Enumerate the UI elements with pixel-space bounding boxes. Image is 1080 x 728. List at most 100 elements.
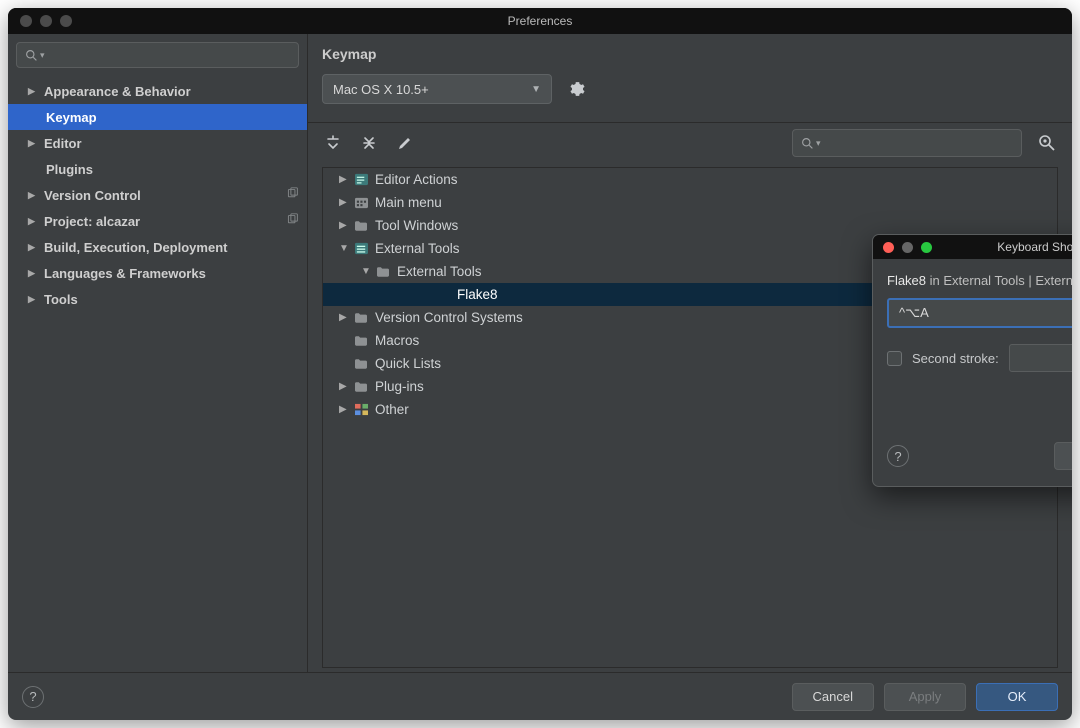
dialog-titlebar: Keyboard Shortcut xyxy=(873,235,1072,259)
keyboard-shortcut-dialog: Keyboard Shortcut Flake8 in External Too… xyxy=(872,234,1072,487)
shortcut-value: ^⌥A xyxy=(899,305,929,321)
dialog-title: Keyboard Shortcut xyxy=(873,240,1072,254)
sidebar-item-label: Appearance & Behavior xyxy=(44,84,191,99)
question-icon: ? xyxy=(29,689,36,704)
sidebar-item-appearance-behavior[interactable]: ▶ Appearance & Behavior xyxy=(8,78,307,104)
tree-search[interactable]: ▾ xyxy=(792,129,1022,157)
sidebar-item-label: Tools xyxy=(44,292,78,307)
tree-row[interactable]: ▶ Main menu xyxy=(323,191,1057,214)
sidebar-item-label: Keymap xyxy=(46,110,97,125)
chevron-right-icon: ▶ xyxy=(28,138,36,149)
spacer xyxy=(383,289,391,300)
tree-row-label: Tool Windows xyxy=(375,218,458,233)
sidebar: ▾ ▶ Appearance & Behavior Keymap ▶ Editor Plu… xyxy=(8,34,308,672)
pencil-icon xyxy=(397,135,413,151)
sidebar-item-label: Editor xyxy=(44,136,82,151)
keymap-value: Mac OS X 10.5+ xyxy=(333,82,429,97)
folder-icon xyxy=(353,356,369,372)
chevron-right-icon: ▶ xyxy=(28,190,36,201)
sidebar-item-plugins[interactable]: Plugins xyxy=(8,156,307,182)
ok-button[interactable]: OK xyxy=(976,683,1058,711)
question-icon: ? xyxy=(894,449,901,464)
apply-button[interactable]: Apply xyxy=(884,683,966,711)
find-action-button[interactable] xyxy=(1036,132,1058,154)
calendar-icon xyxy=(353,195,369,211)
tree-row-label: Main menu xyxy=(375,195,442,210)
sidebar-item-label: Build, Execution, Deployment xyxy=(44,240,227,255)
chevron-down-icon: ▼ xyxy=(339,243,347,254)
tree-row-label: Plug-ins xyxy=(375,379,424,394)
folder-icon xyxy=(353,310,369,326)
copy-icon xyxy=(286,213,299,229)
chevron-down-icon: ▼ xyxy=(361,266,369,277)
tree-row-label: Editor Actions xyxy=(375,172,458,187)
collapse-all-icon xyxy=(361,135,377,151)
sidebar-item-keymap[interactable]: Keymap xyxy=(8,104,307,130)
chevron-down-icon: ▾ xyxy=(40,50,45,61)
chevron-right-icon: ▶ xyxy=(28,216,36,227)
tree-row-label: Flake8 xyxy=(457,287,498,302)
sidebar-item-languages-frameworks[interactable]: ▶ Languages & Frameworks xyxy=(8,260,307,286)
teal-list-icon xyxy=(353,172,369,188)
chevron-right-icon: ▶ xyxy=(339,404,347,415)
chevron-right-icon: ▶ xyxy=(339,381,347,392)
spacer xyxy=(339,358,347,369)
tree-toolbar: ▾ xyxy=(308,123,1072,163)
help-button[interactable]: ? xyxy=(22,686,44,708)
dialog-help-button[interactable]: ? xyxy=(887,445,909,467)
keymap-select[interactable]: Mac OS X 10.5+ ▼ xyxy=(322,74,552,104)
sidebar-item-project-alcazar[interactable]: ▶Project: alcazar xyxy=(8,208,307,234)
edit-button[interactable] xyxy=(394,132,416,154)
chevron-right-icon: ▶ xyxy=(339,220,347,231)
tree-row-label: Quick Lists xyxy=(375,356,441,371)
chevron-right-icon: ▶ xyxy=(339,312,347,323)
sidebar-item-editor[interactable]: ▶ Editor xyxy=(8,130,307,156)
tree-row-label: Other xyxy=(375,402,409,417)
expand-all-icon xyxy=(325,135,341,151)
dialog-cancel-button[interactable]: Cancel xyxy=(1054,442,1072,470)
chevron-down-icon: ▼ xyxy=(531,84,541,95)
folder-icon xyxy=(353,218,369,234)
search-icon xyxy=(25,49,38,62)
tree-row[interactable]: ▶ Editor Actions xyxy=(323,168,1057,191)
second-stroke-label: Second stroke: xyxy=(912,351,999,366)
sidebar-item-label: Version Control xyxy=(44,188,141,203)
sidebar-search[interactable]: ▾ xyxy=(16,42,299,68)
chevron-right-icon: ▶ xyxy=(339,174,347,185)
window-title: Preferences xyxy=(8,14,1072,28)
tree-row-label: External Tools xyxy=(397,264,482,279)
folder-icon xyxy=(353,379,369,395)
second-stroke-checkbox[interactable] xyxy=(887,351,902,366)
folder-icon xyxy=(375,264,391,280)
teal-bars-icon xyxy=(353,241,369,257)
expand-all-button[interactable] xyxy=(322,132,344,154)
chevron-right-icon: ▶ xyxy=(339,197,347,208)
main-panel: Keymap Mac OS X 10.5+ ▼ xyxy=(308,34,1072,672)
sidebar-item-build-execution-deployment[interactable]: ▶ Build, Execution, Deployment xyxy=(8,234,307,260)
tree-row-label: Macros xyxy=(375,333,419,348)
search-icon xyxy=(801,137,814,150)
copy-icon xyxy=(286,187,299,203)
sidebar-item-version-control[interactable]: ▶ Version Control xyxy=(8,182,307,208)
spacer xyxy=(339,335,347,346)
sidebar-item-tools[interactable]: ▶ Tools xyxy=(8,286,307,312)
tree-row-label: Version Control Systems xyxy=(375,310,523,325)
sidebar-list: ▶ Appearance & Behavior Keymap ▶ Editor Plugi… xyxy=(8,76,307,672)
second-stroke-input[interactable]: ＋ xyxy=(1009,344,1072,372)
tree-row-label: External Tools xyxy=(375,241,460,256)
chevron-right-icon: ▶ xyxy=(28,268,36,279)
chevron-right-icon: ▶ xyxy=(28,294,36,305)
first-stroke-input[interactable]: ^⌥A ＋ xyxy=(887,298,1072,328)
cancel-button[interactable]: Cancel xyxy=(792,683,874,711)
sidebar-item-label: Plugins xyxy=(46,162,93,177)
action-name: Flake8 xyxy=(887,273,926,288)
chevron-right-icon: ▶ xyxy=(28,242,36,253)
action-path: in External Tools | External Tools xyxy=(926,273,1072,288)
window-body: ▾ ▶ Appearance & Behavior Keymap ▶ Editor Plu… xyxy=(8,34,1072,672)
sidebar-item-label: Languages & Frameworks xyxy=(44,266,206,281)
keymap-settings-button[interactable] xyxy=(566,79,586,99)
panel-title: Keymap xyxy=(308,34,1072,70)
collapse-all-button[interactable] xyxy=(358,132,380,154)
chevron-down-icon: ▾ xyxy=(816,138,821,149)
chevron-right-icon: ▶ xyxy=(28,86,36,97)
